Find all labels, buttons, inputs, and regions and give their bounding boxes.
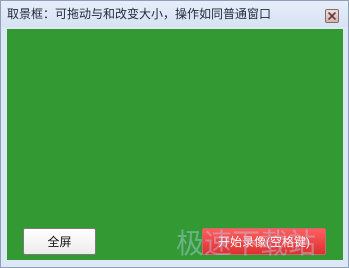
title-bar[interactable]: 取景框：可拖动与和改变大小，操作如同普通窗口	[1, 1, 348, 27]
fullscreen-button[interactable]: 全屏	[23, 228, 96, 255]
close-icon	[328, 12, 336, 20]
close-button[interactable]	[325, 9, 339, 23]
start-record-button[interactable]: 开始录像(空格键)	[202, 228, 326, 255]
capture-window[interactable]: 取景框：可拖动与和改变大小，操作如同普通窗口 全屏 开始录像(空格键) 极速下载…	[0, 0, 349, 268]
window-title: 取景框：可拖动与和改变大小，操作如同普通窗口	[7, 7, 272, 21]
capture-area[interactable]	[7, 29, 343, 260]
